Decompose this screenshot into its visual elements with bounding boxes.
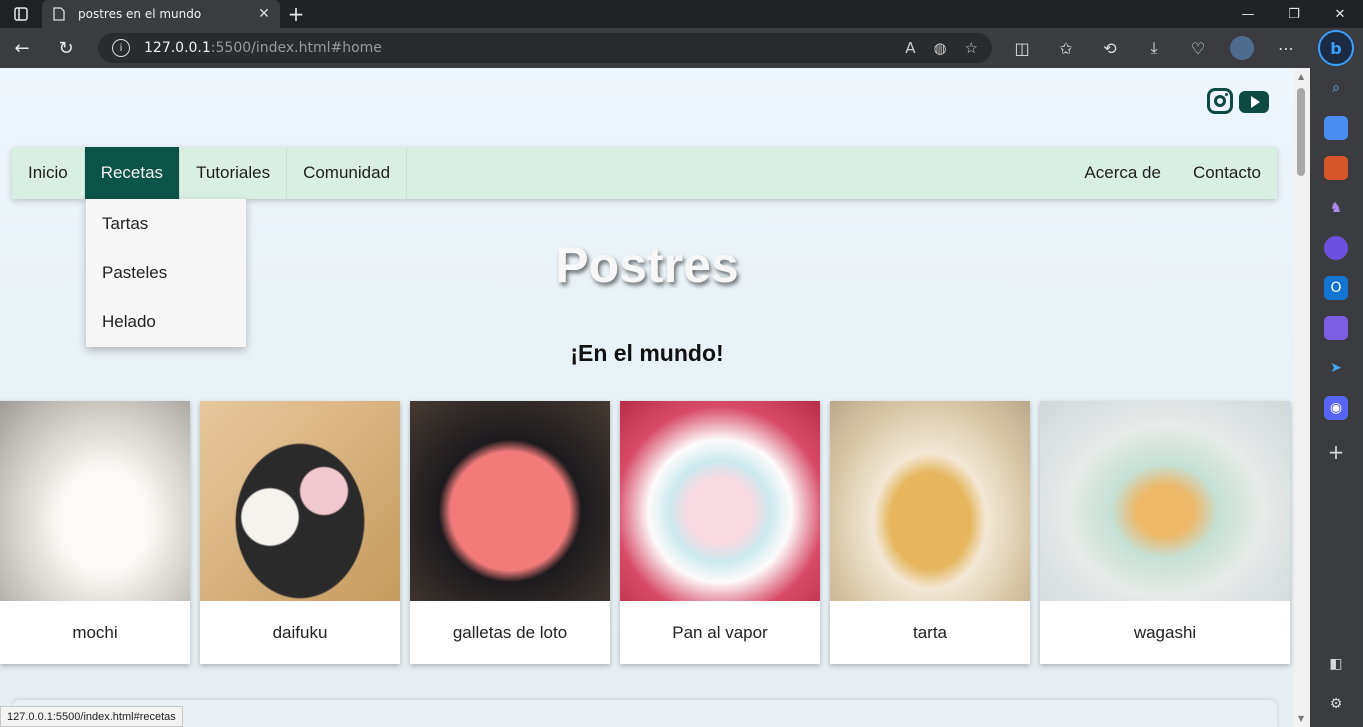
nav-acerca-de[interactable]: Acerca de [1068,147,1177,199]
new-tab-button[interactable]: + [280,0,312,28]
tab-actions-icon[interactable] [0,0,42,28]
card-label: wagashi [1133,622,1197,642]
profile-avatar[interactable] [1220,28,1264,68]
main-nav: Inicio Recetas Tutoriales Comunidad Acer… [12,147,1277,199]
tools-icon[interactable] [1324,156,1348,180]
close-tab-icon[interactable]: ✕ [256,6,272,22]
dropdown-helado[interactable]: Helado [86,297,246,346]
page-icon [52,7,66,21]
card-mochi[interactable]: mochi [0,401,190,664]
discord-icon[interactable]: ◉ [1324,396,1348,420]
pan-al-vapor-image [620,401,820,601]
browser-tab[interactable]: postres en el mundo ✕ [42,0,280,28]
card-label: tarta [912,622,948,642]
card-label: galletas de loto [452,622,568,642]
page-title: Postres [555,237,739,293]
card-daifuku[interactable]: daifuku [200,401,400,664]
history-icon[interactable]: ⟲ [1088,28,1132,68]
youtube-icon[interactable] [1239,91,1269,113]
scroll-down-icon[interactable]: ▼ [1298,714,1304,723]
daifuku-image [200,401,400,601]
more-menu-icon[interactable]: ⋯ [1264,28,1308,68]
split-screen-icon[interactable]: ◫ [1000,28,1044,68]
nav-inicio[interactable]: Inicio [12,147,85,199]
bing-copilot-icon[interactable]: b [1318,30,1354,66]
designer-icon[interactable] [1324,316,1348,340]
page-viewport: Inicio Recetas Tutoriales Comunidad Acer… [0,68,1294,727]
refresh-button[interactable]: ↻ [44,28,88,68]
card-pan-al-vapor[interactable]: Pan al vapor [620,401,820,664]
games-icon[interactable]: ♞ [1324,196,1348,220]
instagram-icon[interactable] [1207,88,1233,114]
send-icon[interactable]: ➤ [1324,356,1348,380]
page-scrollbar[interactable]: ▲ ▼ [1294,68,1310,727]
add-sidebar-icon[interactable]: + [1324,440,1348,464]
browser-tabbar: postres en el mundo ✕ + — ❐ ✕ [0,0,1363,28]
address-bar[interactable]: i 127.0.0.1:5500/index.html#home A ◍ ☆ [98,33,992,63]
back-button[interactable]: ← [0,28,44,68]
outlook-icon[interactable]: O [1324,276,1348,300]
microsoft365-icon[interactable] [1324,236,1348,260]
card-galletas-de-loto[interactable]: galletas de loto [410,401,610,664]
close-window-icon[interactable]: ✕ [1317,0,1363,28]
card-tarta[interactable]: tarta [830,401,1030,664]
status-bar-url: 127.0.0.1:5500/index.html#recetas [0,706,183,727]
card-label: Pan al vapor [672,622,768,642]
tracking-icon[interactable]: ◍ [933,39,946,57]
tarta-image [830,401,1030,601]
mochi-image [0,401,190,601]
nav-contacto[interactable]: Contacto [1177,147,1277,199]
performance-icon[interactable]: ♡ [1176,28,1220,68]
page-subtitle: ¡En el mundo! [570,340,724,366]
shopping-tag-icon[interactable] [1324,116,1348,140]
wagashi-image [1040,401,1290,601]
url-path: :5500/index.html#home [210,40,382,56]
site-info-icon[interactable]: i [112,39,130,57]
scrollbar-thumb[interactable] [1297,88,1305,176]
social-links [1207,88,1269,114]
sidebar-toggle-icon[interactable]: ◧ [1324,652,1348,676]
downloads-icon[interactable]: ⤓ [1132,28,1176,68]
card-label: daifuku [272,622,328,642]
url-host: 127.0.0.1 [144,40,211,56]
read-aloud-icon[interactable]: A [905,39,915,57]
minimize-icon[interactable]: — [1225,0,1271,28]
edge-sidebar: b ⌕ ♞ O ➤ ◉ + ◧ ⚙ [1310,28,1363,727]
favorite-star-icon[interactable]: ☆ [965,39,978,57]
card-wagashi[interactable]: wagashi [1040,401,1290,664]
nav-recetas[interactable]: Recetas [84,147,181,199]
restore-icon[interactable]: ❐ [1271,0,1317,28]
favorites-icon[interactable]: ✩ [1044,28,1088,68]
settings-gear-icon[interactable]: ⚙ [1324,692,1348,716]
card-label: mochi [72,622,118,642]
next-section-card [12,700,1277,727]
nav-comunidad[interactable]: Comunidad [287,147,408,199]
tab-title: postres en el mundo [78,7,202,21]
scroll-up-icon[interactable]: ▲ [1298,72,1304,81]
search-icon[interactable]: ⌕ [1324,76,1348,100]
nav-tutoriales[interactable]: Tutoriales [180,147,288,199]
browser-toolbar: ← ↻ i 127.0.0.1:5500/index.html#home A ◍… [0,28,1310,68]
galletas-image [410,401,610,601]
